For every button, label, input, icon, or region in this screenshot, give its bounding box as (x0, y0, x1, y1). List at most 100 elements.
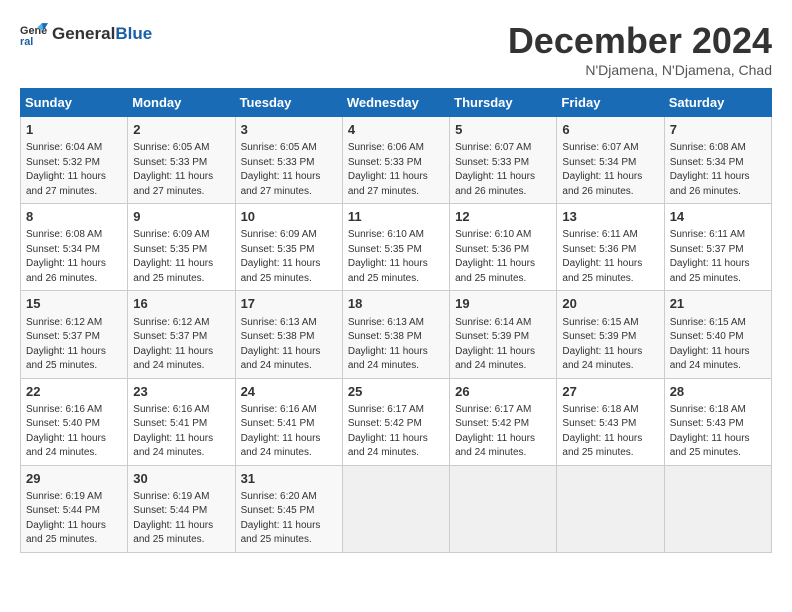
calendar-cell: 29Sunrise: 6:19 AM Sunset: 5:44 PM Dayli… (21, 465, 128, 552)
day-number: 8 (26, 208, 122, 226)
day-header-tuesday: Tuesday (235, 89, 342, 117)
calendar-cell: 19 Sunrise: 6:14 AM Sunset: 5:39 PM Dayli… (450, 291, 557, 378)
day-info: Sunrise: 6:12 AM Sunset: 5:37 PM Dayligh… (26, 316, 122, 374)
day-number: 12 (455, 208, 551, 226)
day-info: Sunrise: 6:17 AM Sunset: 5:42 PM Dayligh… (455, 403, 551, 461)
day-number: 5 (455, 121, 551, 139)
day-number: 13 (562, 208, 658, 226)
day-info: Sunrise: 6:04 AM Sunset: 5:32 PM Dayligh… (26, 141, 122, 199)
day-number: 1 (26, 121, 122, 139)
logo-blue: Blue (115, 24, 152, 43)
calendar-cell: 1 Sunrise: 6:04 AM Sunset: 5:32 PM Daylig… (21, 117, 128, 204)
calendar-cell: 27Sunrise: 6:18 AM Sunset: 5:43 PM Dayli… (557, 378, 664, 465)
day-header-monday: Monday (128, 89, 235, 117)
calendar-cell (664, 465, 771, 552)
header: Gene ral GeneralBlue December 2024 N'Dja… (20, 20, 772, 78)
title-area: December 2024 N'Djamena, N'Djamena, Chad (508, 20, 772, 78)
calendar-cell: 5 Sunrise: 6:07 AM Sunset: 5:33 PM Daylig… (450, 117, 557, 204)
logo: Gene ral GeneralBlue (20, 20, 152, 48)
calendar-cell: 12Sunrise: 6:10 AM Sunset: 5:36 PM Dayli… (450, 204, 557, 291)
day-number: 4 (348, 121, 444, 139)
calendar-cell: 22Sunrise: 6:16 AM Sunset: 5:40 PM Dayli… (21, 378, 128, 465)
day-info: Sunrise: 6:20 AM Sunset: 5:45 PM Dayligh… (241, 490, 337, 548)
day-info: Sunrise: 6:10 AM Sunset: 5:35 PM Dayligh… (348, 228, 444, 286)
svg-text:ral: ral (20, 36, 33, 48)
month-title: December 2024 (508, 20, 772, 62)
calendar-cell (557, 465, 664, 552)
calendar-table: SundayMondayTuesdayWednesdayThursdayFrid… (20, 88, 772, 553)
day-header-wednesday: Wednesday (342, 89, 449, 117)
calendar-cell: 11 Sunrise: 6:10 AM Sunset: 5:35 PM Dayli… (342, 204, 449, 291)
day-number: 25 (348, 383, 444, 401)
day-number: 15 (26, 295, 122, 313)
day-number: 26 (455, 383, 551, 401)
calendar-cell: 30Sunrise: 6:19 AM Sunset: 5:44 PM Dayli… (128, 465, 235, 552)
calendar-cell: 9Sunrise: 6:09 AM Sunset: 5:35 PM Daylig… (128, 204, 235, 291)
day-header-sunday: Sunday (21, 89, 128, 117)
day-number: 10 (241, 208, 337, 226)
day-info: Sunrise: 6:13 AM Sunset: 5:38 PM Dayligh… (348, 316, 444, 374)
calendar-cell: 10 Sunrise: 6:09 AM Sunset: 5:35 PM Dayli… (235, 204, 342, 291)
calendar-cell: 23 Sunrise: 6:16 AM Sunset: 5:41 PM Dayli… (128, 378, 235, 465)
day-info: Sunrise: 6:05 AM Sunset: 5:33 PM Dayligh… (241, 141, 337, 199)
calendar-cell: 15 Sunrise: 6:12 AM Sunset: 5:37 PM Dayli… (21, 291, 128, 378)
calendar-cell: 25Sunrise: 6:17 AM Sunset: 5:42 PM Dayli… (342, 378, 449, 465)
calendar-cell: 8 Sunrise: 6:08 AM Sunset: 5:34 PM Daylig… (21, 204, 128, 291)
day-number: 6 (562, 121, 658, 139)
day-info: Sunrise: 6:09 AM Sunset: 5:35 PM Dayligh… (241, 228, 337, 286)
day-info: Sunrise: 6:13 AM Sunset: 5:38 PM Dayligh… (241, 316, 337, 374)
calendar-cell: 17 Sunrise: 6:13 AM Sunset: 5:38 PM Dayli… (235, 291, 342, 378)
calendar-cell: 14Sunrise: 6:11 AM Sunset: 5:37 PM Dayli… (664, 204, 771, 291)
day-info: Sunrise: 6:16 AM Sunset: 5:41 PM Dayligh… (133, 403, 229, 461)
calendar-week-3: 15 Sunrise: 6:12 AM Sunset: 5:37 PM Dayli… (21, 291, 772, 378)
day-info: Sunrise: 6:18 AM Sunset: 5:43 PM Dayligh… (562, 403, 658, 461)
logo-icon: Gene ral (20, 20, 48, 48)
day-number: 31 (241, 470, 337, 488)
calendar-cell: 18Sunrise: 6:13 AM Sunset: 5:38 PM Dayli… (342, 291, 449, 378)
logo-general: General (52, 24, 115, 43)
calendar-cell: 13 Sunrise: 6:11 AM Sunset: 5:36 PM Dayli… (557, 204, 664, 291)
day-number: 2 (133, 121, 229, 139)
day-number: 23 (133, 383, 229, 401)
calendar-cell: 3 Sunrise: 6:05 AM Sunset: 5:33 PM Daylig… (235, 117, 342, 204)
day-info: Sunrise: 6:15 AM Sunset: 5:39 PM Dayligh… (562, 316, 658, 374)
day-number: 20 (562, 295, 658, 313)
day-number: 3 (241, 121, 337, 139)
day-number: 21 (670, 295, 766, 313)
calendar-cell: 26 Sunrise: 6:17 AM Sunset: 5:42 PM Dayli… (450, 378, 557, 465)
calendar-cell: 4 Sunrise: 6:06 AM Sunset: 5:33 PM Daylig… (342, 117, 449, 204)
calendar-cell (450, 465, 557, 552)
day-info: Sunrise: 6:14 AM Sunset: 5:39 PM Dayligh… (455, 316, 551, 374)
day-number: 19 (455, 295, 551, 313)
day-info: Sunrise: 6:11 AM Sunset: 5:36 PM Dayligh… (562, 228, 658, 286)
calendar-cell: 24Sunrise: 6:16 AM Sunset: 5:41 PM Dayli… (235, 378, 342, 465)
calendar-cell: 7 Sunrise: 6:08 AM Sunset: 5:34 PM Daylig… (664, 117, 771, 204)
day-number: 9 (133, 208, 229, 226)
day-info: Sunrise: 6:08 AM Sunset: 5:34 PM Dayligh… (670, 141, 766, 199)
day-number: 14 (670, 208, 766, 226)
day-info: Sunrise: 6:07 AM Sunset: 5:34 PM Dayligh… (562, 141, 658, 199)
location-title: N'Djamena, N'Djamena, Chad (508, 62, 772, 78)
day-number: 24 (241, 383, 337, 401)
day-info: Sunrise: 6:05 AM Sunset: 5:33 PM Dayligh… (133, 141, 229, 199)
day-number: 29 (26, 470, 122, 488)
day-header-thursday: Thursday (450, 89, 557, 117)
calendar-week-2: 8 Sunrise: 6:08 AM Sunset: 5:34 PM Daylig… (21, 204, 772, 291)
day-number: 11 (348, 208, 444, 226)
calendar-cell: 16Sunrise: 6:12 AM Sunset: 5:37 PM Dayli… (128, 291, 235, 378)
day-info: Sunrise: 6:06 AM Sunset: 5:33 PM Dayligh… (348, 141, 444, 199)
day-info: Sunrise: 6:16 AM Sunset: 5:40 PM Dayligh… (26, 403, 122, 461)
day-number: 30 (133, 470, 229, 488)
day-info: Sunrise: 6:08 AM Sunset: 5:34 PM Dayligh… (26, 228, 122, 286)
day-header-saturday: Saturday (664, 89, 771, 117)
day-number: 7 (670, 121, 766, 139)
day-info: Sunrise: 6:07 AM Sunset: 5:33 PM Dayligh… (455, 141, 551, 199)
day-info: Sunrise: 6:12 AM Sunset: 5:37 PM Dayligh… (133, 316, 229, 374)
calendar-cell: 2 Sunrise: 6:05 AM Sunset: 5:33 PM Daylig… (128, 117, 235, 204)
header-row: SundayMondayTuesdayWednesdayThursdayFrid… (21, 89, 772, 117)
day-number: 28 (670, 383, 766, 401)
day-info: Sunrise: 6:15 AM Sunset: 5:40 PM Dayligh… (670, 316, 766, 374)
calendar-cell: 20 Sunrise: 6:15 AM Sunset: 5:39 PM Dayli… (557, 291, 664, 378)
day-number: 17 (241, 295, 337, 313)
calendar-week-1: 1 Sunrise: 6:04 AM Sunset: 5:32 PM Daylig… (21, 117, 772, 204)
